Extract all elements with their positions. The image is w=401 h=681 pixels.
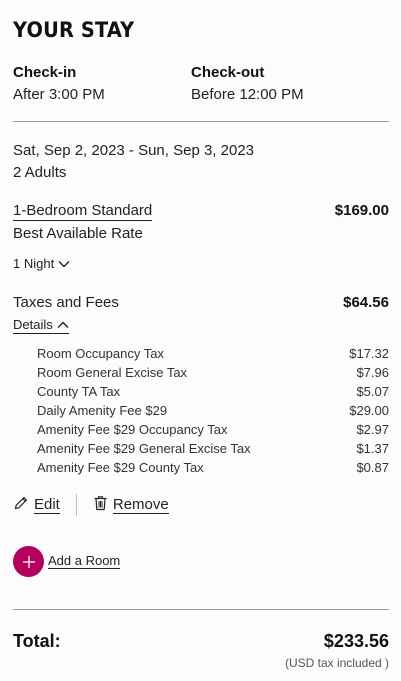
fee-amount: $29.00 [349,403,389,418]
check-in-label: Check-in [13,64,77,81]
check-out-label: Check-out [191,64,265,81]
total-value: $233.56 [323,631,389,651]
fee-name: Room Occupancy Tax [37,346,164,361]
fee-row: Amenity Fee $29 County Tax $0.87 [37,460,389,479]
room-name-link[interactable]: 1-Bedroom Standard [13,202,153,221]
edit-label: Edit [34,495,60,514]
fee-row: Amenity Fee $29 General Excise Tax $1.37 [37,441,389,460]
divider [13,121,389,122]
nights-toggle[interactable]: 1 Night [13,256,70,271]
fee-row: Room General Excise Tax $7.96 [37,365,389,384]
fee-amount: $1.37 [356,441,389,456]
fee-name: Amenity Fee $29 General Excise Tax [37,441,251,456]
fee-amount: $5.07 [356,384,389,399]
rate-name: Best Available Rate [13,225,143,242]
fee-name: Room General Excise Tax [37,365,188,380]
guest-count: 2 Adults [13,164,67,181]
fee-name: Daily Amenity Fee $29 [37,403,168,418]
fee-amount: $2.97 [356,422,389,437]
fee-row: Daily Amenity Fee $29 $29.00 [37,403,389,422]
check-in-time: After 3:00 PM [13,86,105,103]
chevron-up-icon [57,317,69,332]
trash-icon [93,495,108,515]
page-title: YOUR STAY [13,18,135,42]
add-room-label: Add a Room [48,553,121,569]
check-out-time: Before 12:00 PM [191,86,304,103]
fee-name: County TA Tax [37,384,121,399]
action-divider [75,494,77,516]
details-toggle[interactable]: Details [13,317,69,334]
details-label: Details [13,317,53,332]
fee-row: Room Occupancy Tax $17.32 [37,346,389,365]
tax-note: (USD tax included ) [284,656,389,670]
divider [13,609,389,610]
remove-label: Remove [112,495,169,514]
fee-row: Amenity Fee $29 Occupancy Tax $2.97 [37,422,389,441]
fee-name: Amenity Fee $29 Occupancy Tax [37,422,228,437]
total-label: Total: [13,631,61,651]
edit-button[interactable]: Edit [13,495,60,515]
fee-name: Amenity Fee $29 County Tax [37,460,204,475]
plus-circle-icon [13,546,44,577]
remove-button[interactable]: Remove [93,495,169,515]
fee-amount: $0.87 [356,460,389,475]
add-room-button[interactable]: Add a Room [13,546,121,577]
taxes-fees-total: $64.56 [343,294,389,311]
stay-dates: Sat, Sep 2, 2023 - Sun, Sep 3, 2023 [13,142,255,159]
chevron-down-icon [58,256,70,271]
room-price: $169.00 [334,202,389,219]
nights-label: 1 Night [13,256,55,271]
room-actions: Edit Remove [13,494,169,516]
fee-row: County TA Tax $5.07 [37,384,389,403]
pencil-icon [13,495,29,515]
fee-amount: $7.96 [356,365,389,380]
taxes-fees-label: Taxes and Fees [13,294,119,311]
fee-amount: $17.32 [349,346,389,361]
